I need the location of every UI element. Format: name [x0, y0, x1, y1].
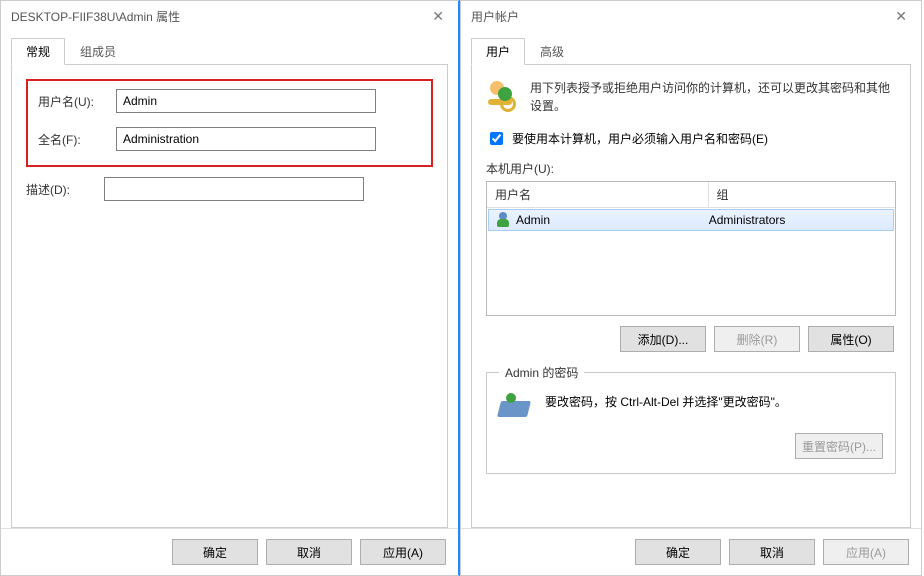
remove-button: 删除(R) — [714, 326, 800, 352]
window-title: 用户帐户 — [471, 8, 519, 25]
keyboard-icon — [499, 393, 533, 421]
apply-button: 应用(A) — [823, 539, 909, 565]
tab-members[interactable]: 组成员 — [65, 38, 131, 65]
info-text: 用下列表授予或拒绝用户访问你的计算机，还可以更改其密码和其他设置。 — [530, 79, 896, 115]
username-field[interactable] — [116, 89, 376, 113]
description-field[interactable] — [104, 177, 364, 201]
tab-panel-general: 用户名(U): 全名(F): 描述(D): — [11, 65, 448, 528]
tab-strip: 用户 高级 — [471, 37, 911, 65]
description-label: 描述(D): — [26, 181, 104, 198]
tab-strip: 常规 组成员 — [11, 37, 448, 65]
users-keys-icon — [486, 79, 520, 113]
titlebar: DESKTOP-FIIF38U\Admin 属性 ✕ — [1, 1, 458, 31]
dialog-buttons: 确定 取消 应用(A) — [1, 528, 458, 575]
fullname-field[interactable] — [116, 127, 376, 151]
window-title: DESKTOP-FIIF38U\Admin 属性 — [11, 8, 180, 25]
column-group[interactable]: 组 — [709, 182, 895, 207]
admin-properties-dialog: DESKTOP-FIIF38U\Admin 属性 ✕ 常规 组成员 用户名(U)… — [0, 0, 460, 576]
list-item[interactable]: Admin Administrators — [488, 209, 894, 231]
password-group: Admin 的密码 要改密码，按 Ctrl-Alt-Del 并选择"更改密码"。… — [486, 364, 896, 474]
tab-users[interactable]: 用户 — [471, 38, 525, 65]
properties-button[interactable]: 属性(O) — [808, 326, 894, 352]
username-label: 用户名(U): — [38, 93, 116, 110]
user-accounts-dialog: 用户帐户 ✕ 用户 高级 用下列表授予或拒绝用户访问你的计算机，还可以更改其密码… — [460, 0, 922, 576]
close-icon[interactable]: ✕ — [889, 6, 913, 27]
ok-button[interactable]: 确定 — [635, 539, 721, 565]
dialog-buttons: 确定 取消 应用(A) — [461, 528, 921, 575]
cancel-button[interactable]: 取消 — [729, 539, 815, 565]
require-password-label: 要使用本计算机，用户必须输入用户名和密码(E) — [512, 130, 768, 147]
tab-panel-users: 用下列表授予或拒绝用户访问你的计算机，还可以更改其密码和其他设置。 要使用本计算… — [471, 65, 911, 528]
listview-header: 用户名 组 — [487, 182, 895, 208]
local-users-label: 本机用户(U): — [486, 160, 896, 177]
titlebar: 用户帐户 ✕ — [461, 1, 921, 31]
ok-button[interactable]: 确定 — [172, 539, 258, 565]
close-icon[interactable]: ✕ — [426, 6, 450, 27]
fullname-label: 全名(F): — [38, 131, 116, 148]
user-icon — [496, 212, 512, 228]
reset-password-button: 重置密码(P)... — [795, 433, 883, 459]
add-button[interactable]: 添加(D)... — [620, 326, 706, 352]
tab-general[interactable]: 常规 — [11, 38, 65, 65]
password-instructions: 要改密码，按 Ctrl-Alt-Del 并选择"更改密码"。 — [545, 393, 787, 410]
apply-button[interactable]: 应用(A) — [360, 539, 446, 565]
cancel-button[interactable]: 取消 — [266, 539, 352, 565]
require-password-checkbox[interactable] — [490, 132, 503, 145]
row-username: Admin — [516, 213, 550, 227]
row-group: Administrators — [709, 213, 886, 227]
password-group-legend: Admin 的密码 — [499, 364, 584, 381]
users-listview[interactable]: 用户名 组 Admin Administrators — [486, 181, 896, 316]
tab-advanced[interactable]: 高级 — [525, 38, 579, 65]
column-username[interactable]: 用户名 — [487, 182, 709, 207]
highlight-box: 用户名(U): 全名(F): — [26, 79, 433, 167]
